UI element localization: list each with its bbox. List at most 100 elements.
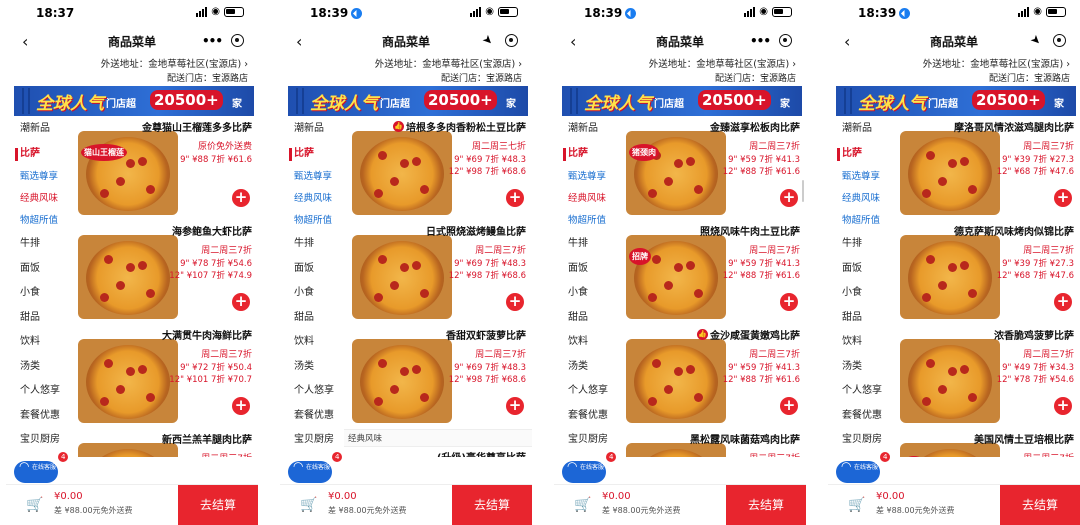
sidebar-item[interactable]: 甜品 [554, 306, 618, 331]
sidebar-item[interactable]: 物超所值 [6, 210, 70, 232]
sidebar-item[interactable]: 汤类 [6, 355, 70, 380]
add-to-cart-button[interactable]: + [780, 293, 798, 311]
product-image[interactable] [900, 131, 1000, 215]
sidebar-item[interactable]: 小食 [554, 281, 618, 306]
checkout-button[interactable]: 去结算 [178, 485, 258, 525]
delivery-address[interactable]: 外送地址：金地草莓社区(宝源店) › [6, 56, 258, 71]
add-to-cart-button[interactable]: + [232, 189, 250, 207]
product-card[interactable]: 海参鲍鱼大虾比萨 周二周三7折 9" ¥78 7折 ¥54.6 12" ¥107 7折… [70, 221, 258, 325]
target-icon[interactable] [1053, 34, 1066, 47]
sidebar-item[interactable]: 套餐优惠 [280, 404, 344, 429]
sidebar-item[interactable]: 汤类 [554, 355, 618, 380]
product-image[interactable] [352, 339, 452, 423]
add-to-cart-button[interactable]: + [780, 397, 798, 415]
checkout-button[interactable]: 去结算 [726, 485, 806, 525]
customer-service-button[interactable]: 在线客服 [562, 461, 606, 483]
sidebar-item[interactable]: 甜品 [6, 306, 70, 331]
sidebar-item[interactable]: 甜品 [828, 306, 892, 331]
add-to-cart-button[interactable]: + [232, 293, 250, 311]
sidebar-item[interactable]: 牛排 [828, 232, 892, 257]
checkout-button[interactable]: 去结算 [1000, 485, 1080, 525]
product-image[interactable] [900, 235, 1000, 319]
promo-banner[interactable]: 全球人气 门店超 20500+ 家 [14, 86, 254, 116]
product-card[interactable]: 大满贯牛肉海鲜比萨 周二周三7折 9" ¥72 7折 ¥50.4 12" ¥101 7… [70, 325, 258, 429]
product-card[interactable]: 猫山王榴莲 金尊猫山王榴莲多多比萨 原价免外送费 9" ¥88 7折 ¥61.6 + [70, 117, 258, 221]
customer-service-button[interactable]: 在线客服 [288, 461, 332, 483]
sidebar-item[interactable]: 经典风味 [280, 188, 344, 210]
product-card[interactable]: 黑松露风味菌菇鸡肉比萨周二周三7折9" ¥59 7折 ¥41.3+ [618, 429, 806, 457]
sidebar-item[interactable]: 甄选尊享 [280, 166, 344, 188]
sidebar-item[interactable]: 饮料 [280, 330, 344, 355]
sidebar-item[interactable]: 甄选尊享 [6, 166, 70, 188]
cart-icon[interactable]: 🛒 [848, 497, 865, 513]
product-image[interactable] [78, 339, 178, 423]
product-card[interactable]: 德克萨斯风味烤肉似锦比萨 周二周三7折 9" ¥39 7折 ¥27.3 12" ¥68… [892, 221, 1080, 325]
sidebar-item[interactable]: 潮新品 [6, 117, 70, 142]
add-to-cart-button[interactable]: + [780, 189, 798, 207]
product-card[interactable]: 招牌美国风情土豆培根比萨周二周三7折9" ¥46 7折 ¥32.2+ [892, 429, 1080, 457]
sidebar-item[interactable]: 饮料 [828, 330, 892, 355]
sidebar-item[interactable]: 潮新品 [828, 117, 892, 142]
sidebar-item[interactable]: 宝贝厨房 [554, 428, 618, 453]
product-image[interactable] [78, 235, 178, 319]
sidebar-item[interactable]: 套餐优惠 [828, 404, 892, 429]
sidebar-item[interactable]: 汤类 [828, 355, 892, 380]
sidebar-item[interactable]: 个人悠享 [828, 379, 892, 404]
product-card[interactable]: 摩洛哥风情浓滋鸡腿肉比萨 周二周三7折 9" ¥39 7折 ¥27.3 12" ¥68… [892, 117, 1080, 221]
product-image[interactable] [352, 131, 452, 215]
more-icon[interactable]: ••• [750, 34, 771, 48]
sidebar-item[interactable]: 个人悠享 [280, 379, 344, 404]
product-card[interactable]: 猪颈肉 金臻滋享松板肉比萨 周二周三7折 9" ¥59 7折 ¥41.3 12" ¥88… [618, 117, 806, 221]
sidebar-item[interactable]: 比萨 [280, 142, 344, 167]
add-to-cart-button[interactable]: + [1054, 293, 1072, 311]
product-image[interactable] [900, 339, 1000, 423]
target-icon[interactable] [231, 34, 244, 47]
target-icon[interactable] [505, 34, 518, 47]
product-image[interactable] [626, 339, 726, 423]
product-card[interactable]: (升级)豪华尊享比萨 [344, 447, 532, 457]
sidebar-item[interactable]: 比萨 [6, 142, 70, 167]
sidebar-item[interactable]: 物超所值 [280, 210, 344, 232]
product-image[interactable]: 招牌 [626, 235, 726, 319]
product-card[interactable]: 日式照烧滋烤鳗鱼比萨 周二周三7折 9" ¥69 7折 ¥48.3 12" ¥98 7… [344, 221, 532, 325]
scrollbar[interactable] [802, 180, 804, 202]
product-card[interactable]: 新西兰羔羊腿肉比萨周二周三7折9" ¥78 7折 ¥54.6+ [70, 429, 258, 457]
sidebar-item[interactable]: 宝贝厨房 [280, 428, 344, 453]
sidebar-item[interactable]: 宝贝厨房 [828, 428, 892, 453]
sidebar-item[interactable]: 牛排 [280, 232, 344, 257]
sidebar-item[interactable]: 个人悠享 [6, 379, 70, 404]
cart-icon[interactable]: 🛒 [574, 497, 591, 513]
delivery-address[interactable]: 外送地址：金地草莓社区(宝源店) › [280, 56, 532, 71]
sidebar-item[interactable]: 饮料 [6, 330, 70, 355]
product-card[interactable]: 👍 培根多多肉香粉松土豆比萨 周二周三七折 9" ¥69 7折 ¥48.3 12" ¥9… [344, 117, 532, 221]
customer-service-button[interactable]: 在线客服 [836, 461, 880, 483]
add-to-cart-button[interactable]: + [506, 397, 524, 415]
sidebar-item[interactable]: 套餐优惠 [6, 404, 70, 429]
sidebar-item[interactable]: 饮料 [554, 330, 618, 355]
add-to-cart-button[interactable]: + [1054, 397, 1072, 415]
sidebar-item[interactable]: 比萨 [828, 142, 892, 167]
sidebar-item[interactable]: 面饭 [280, 257, 344, 282]
sidebar-item[interactable]: 经典风味 [554, 188, 618, 210]
sidebar-item[interactable]: 个人悠享 [554, 379, 618, 404]
sidebar-item[interactable]: 甄选尊享 [554, 166, 618, 188]
sidebar-item[interactable]: 物超所值 [828, 210, 892, 232]
add-to-cart-button[interactable]: + [506, 189, 524, 207]
sidebar-item[interactable]: 面饭 [828, 257, 892, 282]
delivery-address[interactable]: 外送地址：金地草莓社区(宝源店) › [828, 56, 1080, 71]
delivery-address[interactable]: 外送地址：金地草莓社区(宝源店) › [554, 56, 806, 71]
sidebar-item[interactable]: 面饭 [6, 257, 70, 282]
sidebar-item[interactable]: 面饭 [554, 257, 618, 282]
product-card[interactable]: 浓香脆鸡菠萝比萨 周二周三7折 9" ¥49 7折 ¥34.3 12" ¥78 7折 … [892, 325, 1080, 429]
cart-icon[interactable]: 🛒 [300, 497, 317, 513]
add-to-cart-button[interactable]: + [232, 397, 250, 415]
promo-banner[interactable]: 全球人气 门店超 20500+ 家 [288, 86, 528, 116]
sidebar-item[interactable]: 甜品 [280, 306, 344, 331]
sidebar-item[interactable]: 牛排 [6, 232, 70, 257]
product-image[interactable]: 猪颈肉 [626, 131, 726, 215]
cart-icon[interactable]: 🛒 [26, 497, 43, 513]
sidebar-item[interactable]: 宝贝厨房 [6, 428, 70, 453]
sidebar-item[interactable]: 套餐优惠 [554, 404, 618, 429]
add-to-cart-button[interactable]: + [506, 293, 524, 311]
sidebar-item[interactable]: 经典风味 [828, 188, 892, 210]
